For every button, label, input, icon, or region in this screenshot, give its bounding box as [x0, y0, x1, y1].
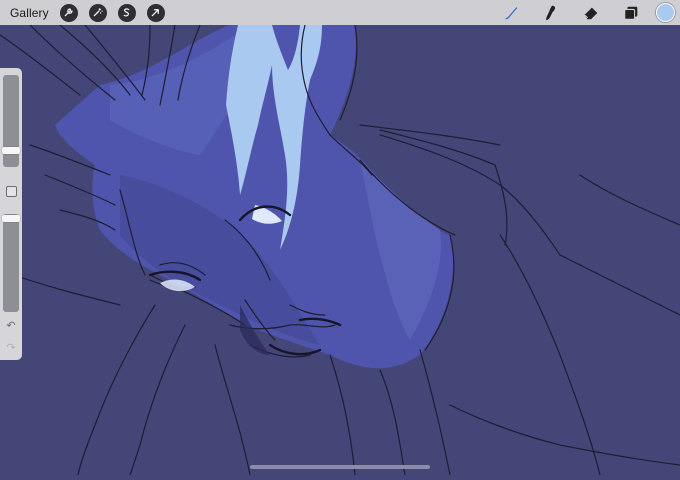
- brush-size-thumb[interactable]: [2, 147, 20, 154]
- undo-icon[interactable]: ↶: [4, 320, 18, 332]
- modify-button[interactable]: [6, 186, 17, 197]
- opacity-thumb[interactable]: [2, 215, 20, 222]
- brush-icon[interactable]: [500, 2, 522, 24]
- wrench-icon[interactable]: [59, 3, 78, 22]
- home-indicator[interactable]: [250, 465, 430, 469]
- eraser-icon[interactable]: [580, 2, 602, 24]
- right-tools: [482, 0, 680, 25]
- opacity-slider[interactable]: [2, 214, 20, 312]
- color-picker-button[interactable]: [656, 3, 675, 22]
- redo-icon[interactable]: ↷: [4, 342, 18, 354]
- magic-wand-icon[interactable]: [88, 3, 107, 22]
- drawing-canvas[interactable]: [0, 24, 680, 476]
- smudge-icon[interactable]: [540, 2, 562, 24]
- brush-size-slider[interactable]: [2, 75, 20, 167]
- layers-icon[interactable]: [620, 2, 642, 24]
- arrow-cursor-icon[interactable]: [146, 3, 165, 22]
- top-toolbar: Gallery: [0, 0, 680, 25]
- gallery-button[interactable]: Gallery: [10, 6, 49, 20]
- artwork: [0, 24, 680, 476]
- selection-icon[interactable]: [117, 3, 136, 22]
- side-controls: ↶ ↷: [0, 68, 22, 360]
